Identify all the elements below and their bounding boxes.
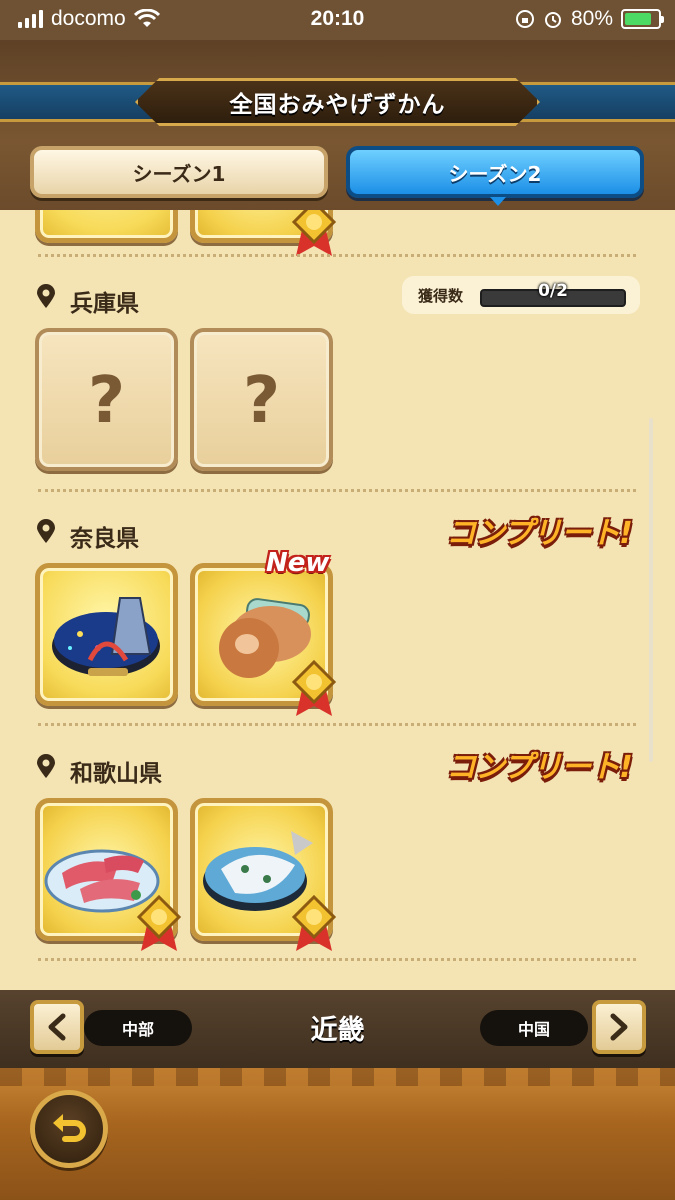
tab-season-1[interactable]: シーズン1	[30, 146, 328, 198]
alarm-icon	[544, 12, 561, 28]
souvenir-card[interactable]	[35, 210, 178, 243]
medal-icon	[136, 895, 182, 951]
unknown-mark: ?	[242, 364, 281, 438]
prefecture-name: 兵庫県	[70, 291, 139, 317]
back-button[interactable]	[30, 1090, 108, 1168]
prefecture-name: 奈良県	[70, 526, 139, 552]
next-region-button[interactable]	[592, 1000, 646, 1054]
footer-ornament	[0, 1068, 675, 1086]
status-bar: docomo 20:10 80%	[0, 0, 675, 40]
battery-percent: 80%	[570, 7, 613, 30]
divider	[38, 958, 636, 961]
unknown-mark: ?	[87, 364, 126, 438]
divider	[38, 254, 636, 257]
location-pin-icon	[37, 754, 55, 778]
rotation-lock-icon	[515, 10, 534, 28]
souvenir-card-locked[interactable]: ?	[35, 328, 178, 471]
location-pin-icon	[37, 284, 55, 308]
status-right: 80%	[515, 7, 664, 31]
souvenir-list[interactable]: 兵庫県 獲得数 0/2 ? ? 奈良県 コンプリート! New 和歌山県 コンプ…	[0, 210, 675, 990]
medal-icon	[291, 210, 337, 256]
back-arrow-icon	[53, 1114, 86, 1142]
next-region-label[interactable]: 中国	[480, 1010, 588, 1046]
battery-icon	[621, 9, 664, 29]
page-title: 全国おみやげずかん	[229, 92, 446, 118]
divider	[38, 723, 636, 726]
medal-icon	[291, 660, 337, 716]
medal-icon	[291, 895, 337, 951]
new-badge: New	[266, 548, 330, 578]
amusement-park-illustration	[52, 597, 160, 676]
scrollbar[interactable]	[649, 418, 653, 762]
acquired-count: 獲得数 0/2	[402, 276, 640, 314]
tab-season-2[interactable]: シーズン2	[346, 146, 644, 206]
chevron-right-icon	[610, 1013, 628, 1041]
count-value: 0/2	[538, 281, 568, 301]
complete-label: コンプリート!	[446, 516, 633, 551]
souvenir-card[interactable]	[35, 563, 178, 706]
complete-label: コンプリート!	[446, 750, 633, 785]
title-plate: 全国おみやげずかん	[135, 78, 540, 126]
divider	[38, 489, 636, 492]
prefecture-name: 和歌山県	[70, 761, 162, 787]
location-pin-icon	[37, 519, 55, 543]
count-label: 獲得数	[418, 287, 464, 305]
souvenir-card-locked[interactable]: ?	[190, 328, 333, 471]
